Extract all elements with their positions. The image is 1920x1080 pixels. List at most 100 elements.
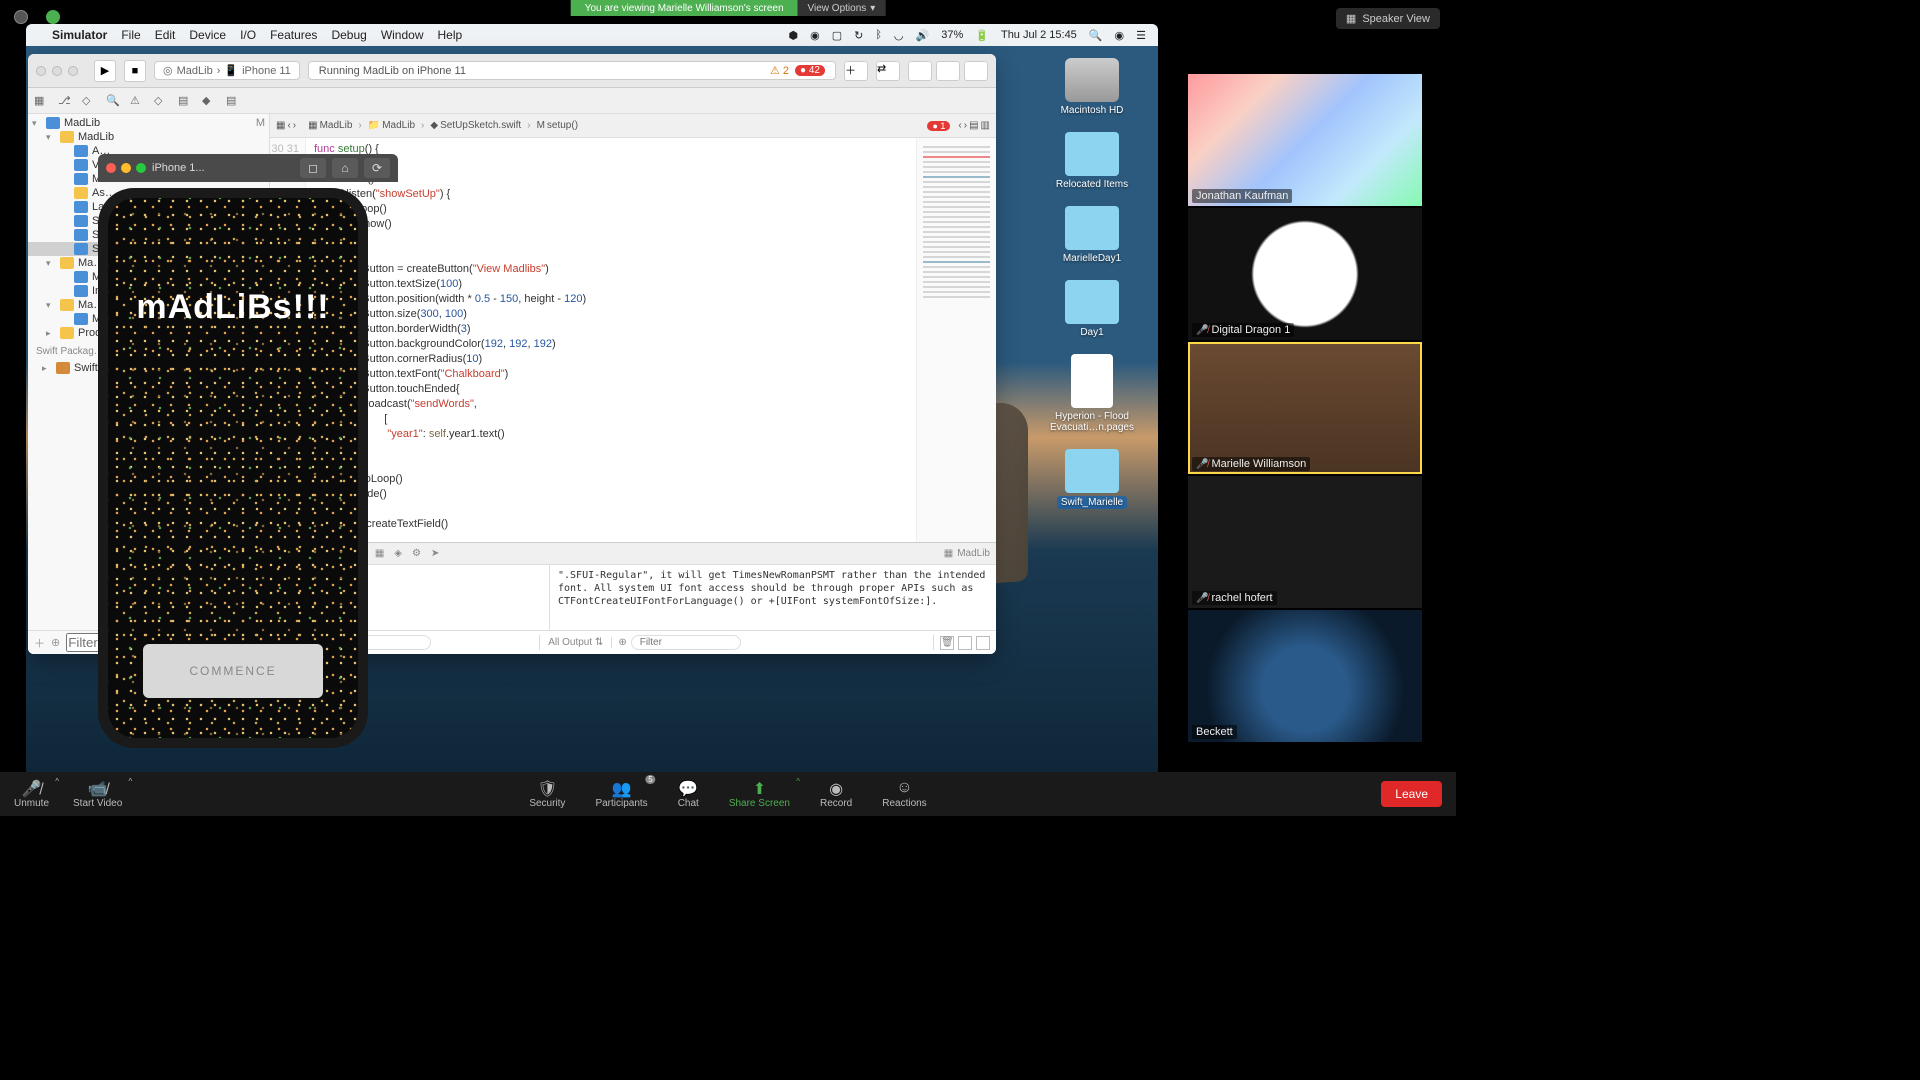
related-items-icon[interactable]: ▦ bbox=[276, 120, 285, 131]
video-tile[interactable]: 🎤̸Digital Dragon 1 bbox=[1188, 208, 1422, 340]
toolbar-add[interactable]: ＋ bbox=[844, 61, 868, 81]
menu-edit[interactable]: Edit bbox=[155, 28, 176, 42]
desktop-icon[interactable]: Macintosh HD bbox=[1061, 58, 1124, 116]
record-icon: ◉ bbox=[829, 779, 843, 797]
battery-percent[interactable]: 37% bbox=[941, 29, 963, 41]
toggle-navigator-button[interactable] bbox=[908, 61, 932, 81]
rotate-icon[interactable]: ⟳ bbox=[364, 158, 390, 178]
source-control-nav-icon[interactable]: ⎇ bbox=[58, 94, 72, 108]
desktop-icon[interactable]: Day1 bbox=[1065, 280, 1119, 338]
stop-button[interactable]: ■ bbox=[124, 60, 146, 82]
reactions-button[interactable]: ☺ Reactions bbox=[882, 779, 926, 809]
simulator-device-name: iPhone 1... bbox=[152, 162, 205, 174]
toggle-inspector-button[interactable] bbox=[964, 61, 988, 81]
desktop-icon[interactable]: MarielleDay1 bbox=[1063, 206, 1121, 264]
start-video-button[interactable]: 📹̸ Start Video ^ bbox=[73, 779, 122, 809]
desktop-icon[interactable]: Hyperion - Flood Evacuati…n.pages bbox=[1044, 354, 1140, 433]
trash-icon[interactable]: 🗑 bbox=[940, 636, 954, 650]
desktop-icon[interactable]: Swift_Marielle bbox=[1057, 449, 1127, 509]
toolbar-code-review[interactable]: ⇄ bbox=[876, 61, 900, 81]
location-icon[interactable]: ➤ bbox=[431, 548, 439, 559]
encryption-icon[interactable] bbox=[46, 10, 60, 24]
jump-bar[interactable]: ▦ ‹ › ▦ MadLib › 📁 MadLib › ◆ SetUpSketc… bbox=[270, 114, 996, 138]
prev-issue-icon[interactable]: ‹ bbox=[958, 120, 961, 131]
jump-project-icon: ▦ bbox=[308, 120, 317, 131]
siri-icon[interactable]: ◉ bbox=[1115, 29, 1125, 42]
add-editor-icon[interactable]: ▥ bbox=[981, 120, 990, 131]
process-name[interactable]: MadLib bbox=[957, 548, 990, 559]
simulator-title-bar[interactable]: iPhone 1... ◻ ⌂ ⟳ bbox=[98, 154, 398, 182]
security-button[interactable]: 🛡 Security bbox=[529, 779, 565, 809]
screenshot-icon[interactable]: ◻ bbox=[300, 158, 326, 178]
debug-nav-icon[interactable]: ▤ bbox=[178, 94, 192, 108]
project-nav-icon[interactable]: ▦ bbox=[34, 94, 48, 108]
info-icon[interactable] bbox=[14, 10, 28, 24]
simulator-screen[interactable]: mAdLiBs!!! COMMENCE bbox=[108, 198, 358, 738]
desktop-icon[interactable]: Relocated Items bbox=[1056, 132, 1128, 190]
toggle-left-pane-icon[interactable] bbox=[958, 636, 972, 650]
video-tile[interactable]: Beckett bbox=[1188, 610, 1422, 742]
menu-device[interactable]: Device bbox=[189, 28, 226, 42]
video-tile[interactable]: 🎤̸Marielle Williamson bbox=[1188, 342, 1422, 474]
menu-file[interactable]: File bbox=[121, 28, 140, 42]
find-nav-icon[interactable]: 🔍 bbox=[106, 94, 120, 108]
airplay-icon[interactable]: ▢ bbox=[832, 29, 842, 42]
menu-features[interactable]: Features bbox=[270, 28, 317, 42]
dropbox-icon[interactable]: ⬢ bbox=[788, 29, 798, 42]
window-traffic-lights[interactable] bbox=[106, 163, 146, 173]
menu-help[interactable]: Help bbox=[438, 28, 463, 42]
scheme-selector[interactable]: ◎ MadLib › 📱 iPhone 11 bbox=[154, 61, 300, 80]
menu-debug[interactable]: Debug bbox=[331, 28, 366, 42]
forward-icon[interactable]: › bbox=[293, 120, 296, 131]
share-screen-button[interactable]: ⬆ Share Screen ^ bbox=[729, 779, 790, 809]
error-badge[interactable]: ● 42 bbox=[795, 65, 825, 76]
unmute-button[interactable]: 🎤̸ Unmute ^ bbox=[14, 779, 49, 809]
notification-center-icon[interactable]: ☰ bbox=[1136, 29, 1146, 42]
add-icon[interactable]: ＋ bbox=[34, 635, 45, 651]
record-button[interactable]: ◉ Record bbox=[820, 779, 852, 809]
wifi-icon[interactable]: ◡ bbox=[894, 29, 904, 42]
spotlight-icon[interactable]: 🔍 bbox=[1089, 29, 1103, 42]
editor-options-icon[interactable]: ▤ bbox=[969, 120, 978, 131]
console-output[interactable]: ".SFUI-Regular", it will get TimesNewRom… bbox=[550, 565, 996, 630]
home-icon[interactable]: ⌂ bbox=[332, 158, 358, 178]
video-tile[interactable]: 🎤̸rachel hofert bbox=[1188, 476, 1422, 608]
clock[interactable]: Thu Jul 2 15:45 bbox=[1001, 29, 1077, 41]
window-traffic-lights[interactable] bbox=[36, 66, 78, 76]
breakpoint-nav-icon[interactable]: ◆ bbox=[202, 94, 216, 108]
warning-icon[interactable]: ⚠ 2 bbox=[770, 64, 789, 77]
env-override-icon[interactable]: ⚙ bbox=[412, 548, 421, 559]
speaker-view-button[interactable]: ▦ Speaker View bbox=[1336, 8, 1440, 29]
leave-button[interactable]: Leave bbox=[1381, 781, 1442, 807]
run-button[interactable]: ▶ bbox=[94, 60, 116, 82]
toggle-right-pane-icon[interactable] bbox=[976, 636, 990, 650]
output-selector[interactable]: All Output ⇅ bbox=[540, 637, 612, 648]
app-menu[interactable]: Simulator bbox=[52, 28, 107, 42]
minimap[interactable] bbox=[916, 138, 996, 542]
commence-button[interactable]: COMMENCE bbox=[143, 644, 323, 698]
chevron-up-icon[interactable]: ^ bbox=[55, 777, 59, 786]
participants-button[interactable]: 👥 5 Participants bbox=[595, 779, 647, 809]
menu-window[interactable]: Window bbox=[381, 28, 424, 42]
symbol-nav-icon[interactable]: ◇ bbox=[82, 94, 96, 108]
jump-error-badge[interactable]: ● 1 bbox=[927, 121, 950, 131]
back-icon[interactable]: ‹ bbox=[287, 120, 290, 131]
navigator-row[interactable]: ▾MadLibM bbox=[28, 116, 269, 130]
toggle-debug-button[interactable] bbox=[936, 61, 960, 81]
test-nav-icon[interactable]: ◇ bbox=[154, 94, 168, 108]
sync-icon[interactable]: ◉ bbox=[810, 29, 820, 42]
timemachine-icon[interactable]: ↻ bbox=[854, 29, 863, 42]
chat-button[interactable]: 💬 Chat bbox=[678, 779, 699, 809]
report-nav-icon[interactable]: ▤ bbox=[226, 94, 240, 108]
chevron-up-icon[interactable]: ^ bbox=[796, 777, 800, 786]
next-issue-icon[interactable]: › bbox=[964, 120, 967, 131]
navigator-row[interactable]: ▾MadLib bbox=[28, 130, 269, 144]
console-filter-input[interactable] bbox=[631, 635, 741, 650]
view-options-dropdown[interactable]: View Options ▾ bbox=[798, 0, 886, 16]
video-tile[interactable]: Jonathan Kaufman bbox=[1188, 74, 1422, 206]
chevron-up-icon[interactable]: ^ bbox=[129, 777, 133, 786]
issue-nav-icon[interactable]: ⚠ bbox=[130, 94, 144, 108]
volume-icon[interactable]: 🔊 bbox=[916, 29, 930, 42]
menu-io[interactable]: I/O bbox=[240, 28, 256, 42]
bluetooth-icon[interactable]: ᛒ bbox=[875, 29, 882, 41]
